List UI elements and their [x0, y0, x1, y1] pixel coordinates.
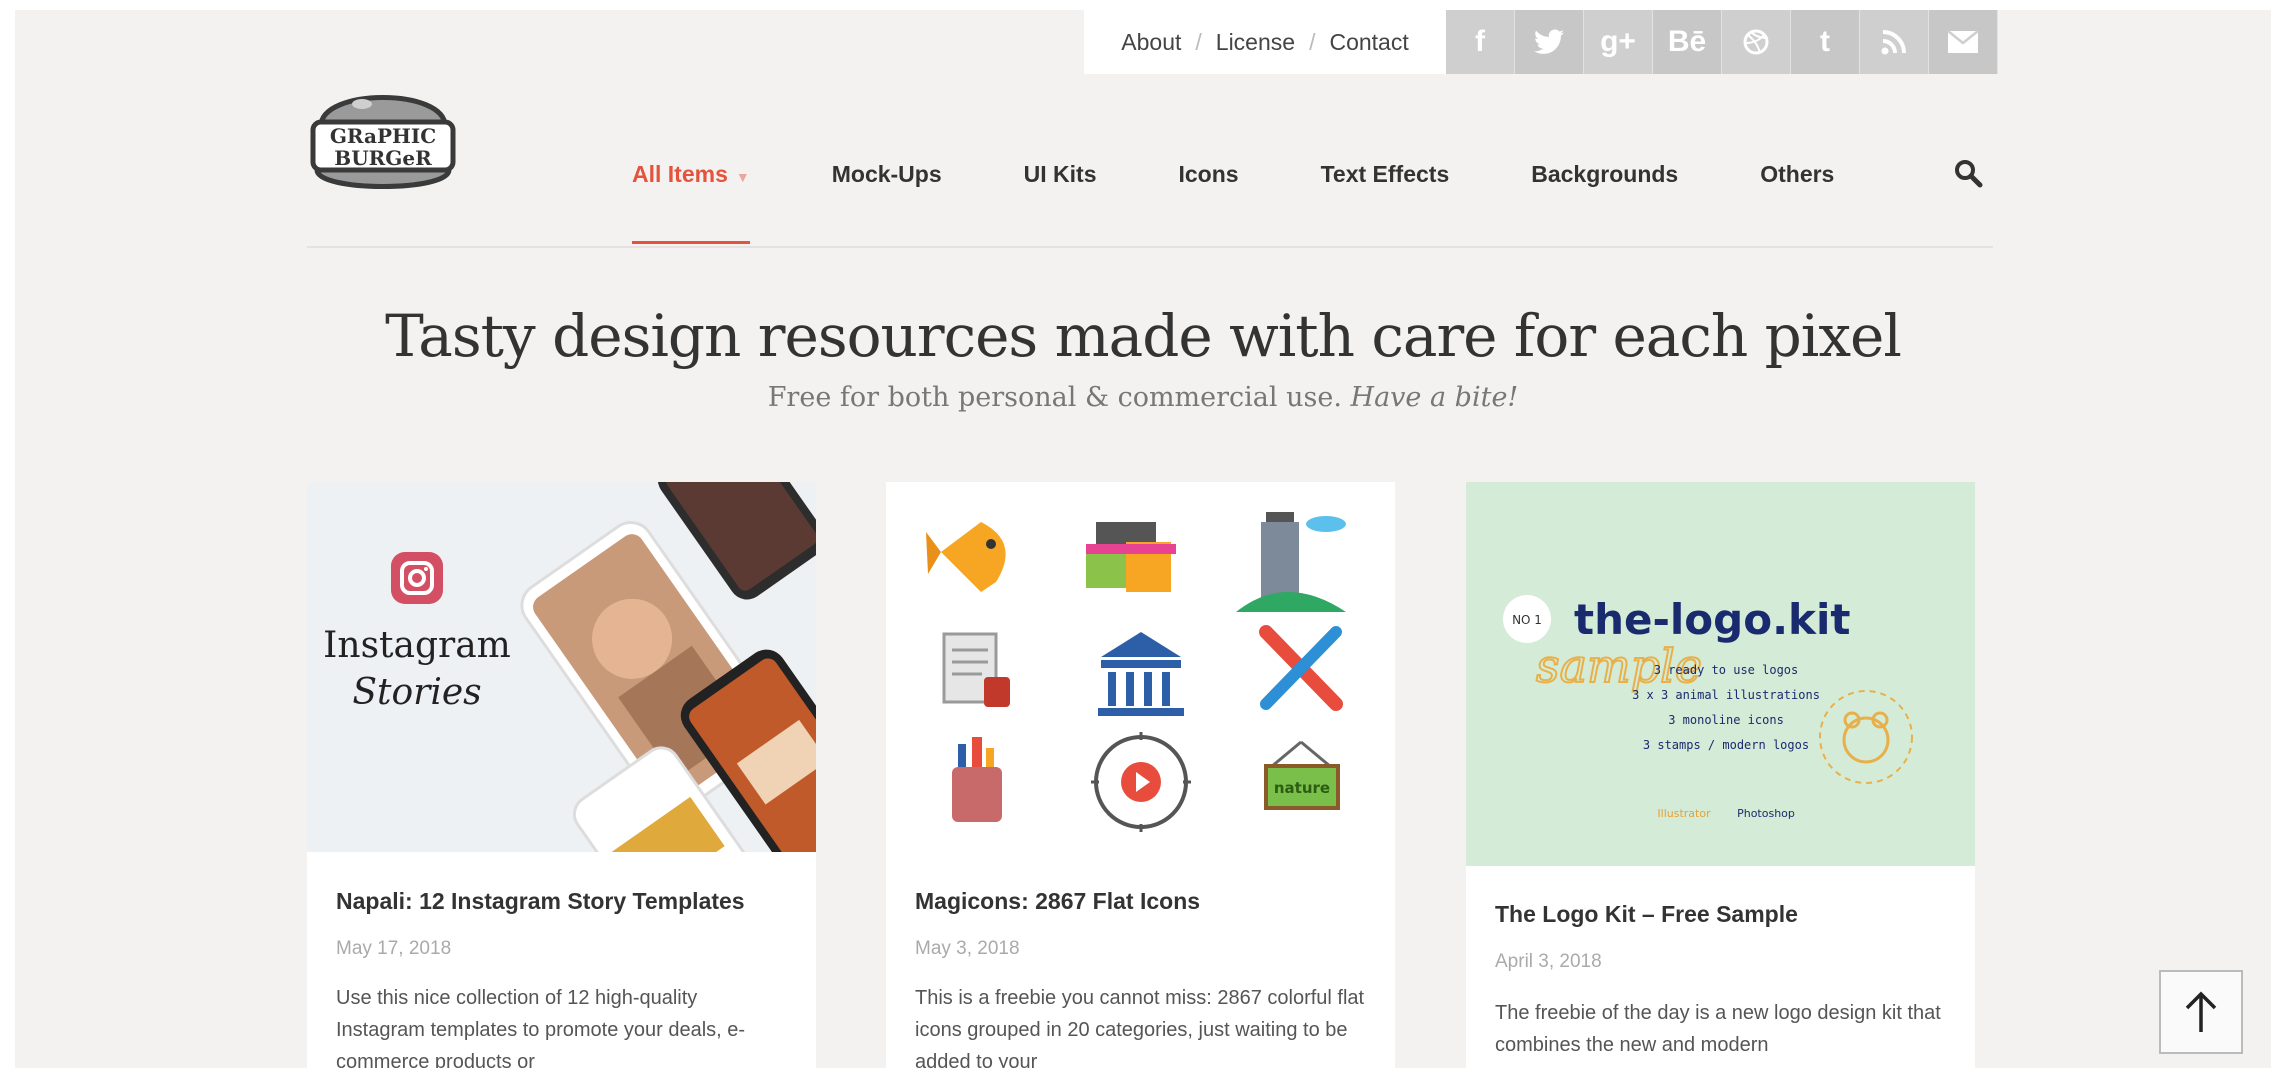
- subtitle-emphasis: Have a bite!: [1350, 382, 1519, 413]
- nav-ui-kits[interactable]: UI Kits: [1024, 161, 1097, 188]
- card-title[interactable]: The Logo Kit – Free Sample: [1495, 901, 1798, 928]
- thumb-sign-text: nature: [1274, 779, 1330, 797]
- card-date: May 17, 2018: [336, 938, 452, 959]
- thumb-tool-1: Illustrator: [1657, 807, 1711, 820]
- mail-icon[interactable]: [1929, 10, 1998, 74]
- back-to-top-button[interactable]: [2159, 970, 2243, 1054]
- arrow-up-icon: [2185, 991, 2217, 1032]
- thumb-text-1: Instagram: [323, 625, 511, 666]
- nav-all-items-label: All Items: [632, 160, 728, 187]
- thumb-text-2: Stories: [352, 672, 481, 713]
- google-plus-icon[interactable]: g+: [1584, 10, 1653, 74]
- twitter-icon[interactable]: [1515, 10, 1584, 74]
- nav-backgrounds[interactable]: Backgrounds: [1531, 161, 1678, 188]
- nav-mockups[interactable]: Mock-Ups: [832, 161, 942, 188]
- nav-others[interactable]: Others: [1760, 161, 1834, 188]
- contact-link[interactable]: Contact: [1329, 29, 1408, 56]
- thumb-line: 3 monoline icons: [1668, 713, 1784, 727]
- chevron-down-icon: ▼: [735, 168, 750, 185]
- post-card[interactable]: NO 1 the-logo.kit sample 3 ready to use …: [1466, 482, 1975, 1068]
- thumb-line: 3 x 3 animal illustrations: [1632, 688, 1820, 702]
- logo-text-line2: BURGeR: [334, 146, 432, 170]
- page-frame: About / License / Contact f g+ Bē t GRaP…: [15, 10, 2271, 1068]
- tumblr-icon[interactable]: t: [1791, 10, 1860, 74]
- link-separator: /: [1309, 28, 1316, 55]
- thumb-tool-2: Photoshop: [1737, 807, 1795, 820]
- post-card[interactable]: Instagram Stories Napali: 12 Instagram S…: [307, 482, 816, 1068]
- post-card[interactable]: nature Magicons: 2867 Flat Icons May 3, …: [886, 482, 1395, 1068]
- subtitle-text: Free for both personal & commercial use.: [767, 382, 1342, 413]
- nav-icons[interactable]: Icons: [1178, 161, 1238, 188]
- license-link[interactable]: License: [1216, 29, 1295, 56]
- thumb-line: 3 stamps / modern logos: [1643, 738, 1809, 752]
- page-title: Tasty design resources made with care fo…: [385, 302, 1902, 370]
- thumb-line: 3 ready to use logos: [1654, 663, 1799, 677]
- rss-icon[interactable]: [1860, 10, 1929, 74]
- card-thumbnail[interactable]: NO 1 the-logo.kit sample 3 ready to use …: [1466, 482, 1975, 866]
- top-links: About / License / Contact: [1084, 10, 1446, 74]
- page-subtitle: Free for both personal & commercial use.…: [15, 382, 2271, 413]
- card-excerpt: The freebie of the day is a new logo des…: [1495, 1002, 1941, 1056]
- card-date: April 3, 2018: [1495, 951, 1602, 972]
- nav-text-effects[interactable]: Text Effects: [1321, 161, 1450, 188]
- card-excerpt: Use this nice collection of 12 high-qual…: [336, 987, 746, 1068]
- thumb-headline: the-logo.kit: [1574, 595, 1850, 644]
- about-link[interactable]: About: [1121, 29, 1181, 56]
- card-thumbnail[interactable]: Instagram Stories: [307, 482, 816, 852]
- dribbble-icon[interactable]: [1722, 10, 1791, 74]
- card-thumbnail[interactable]: nature: [886, 482, 1395, 852]
- card-excerpt: This is a freebie you cannot miss: 2867 …: [915, 987, 1365, 1068]
- facebook-icon[interactable]: f: [1446, 10, 1515, 74]
- card-date: May 3, 2018: [915, 938, 1020, 959]
- social-bar: f g+ Bē t: [1446, 10, 1998, 74]
- nav-all-items[interactable]: All Items ▼: [632, 160, 750, 244]
- card-title[interactable]: Napali: 12 Instagram Story Templates: [336, 888, 745, 915]
- search-icon[interactable]: [1953, 158, 1983, 188]
- thumb-badge: NO 1: [1512, 613, 1542, 627]
- logo-text-line1: GRaPHIC: [330, 124, 436, 148]
- card-title[interactable]: Magicons: 2867 Flat Icons: [915, 888, 1200, 915]
- link-separator: /: [1195, 28, 1202, 55]
- main-nav: All Items ▼ Mock-Ups UI Kits Icons Text E…: [632, 150, 1916, 244]
- site-logo[interactable]: GRaPHIC BURGeR: [307, 70, 459, 200]
- behance-icon[interactable]: Bē: [1653, 10, 1722, 74]
- header-divider: [307, 246, 1993, 248]
